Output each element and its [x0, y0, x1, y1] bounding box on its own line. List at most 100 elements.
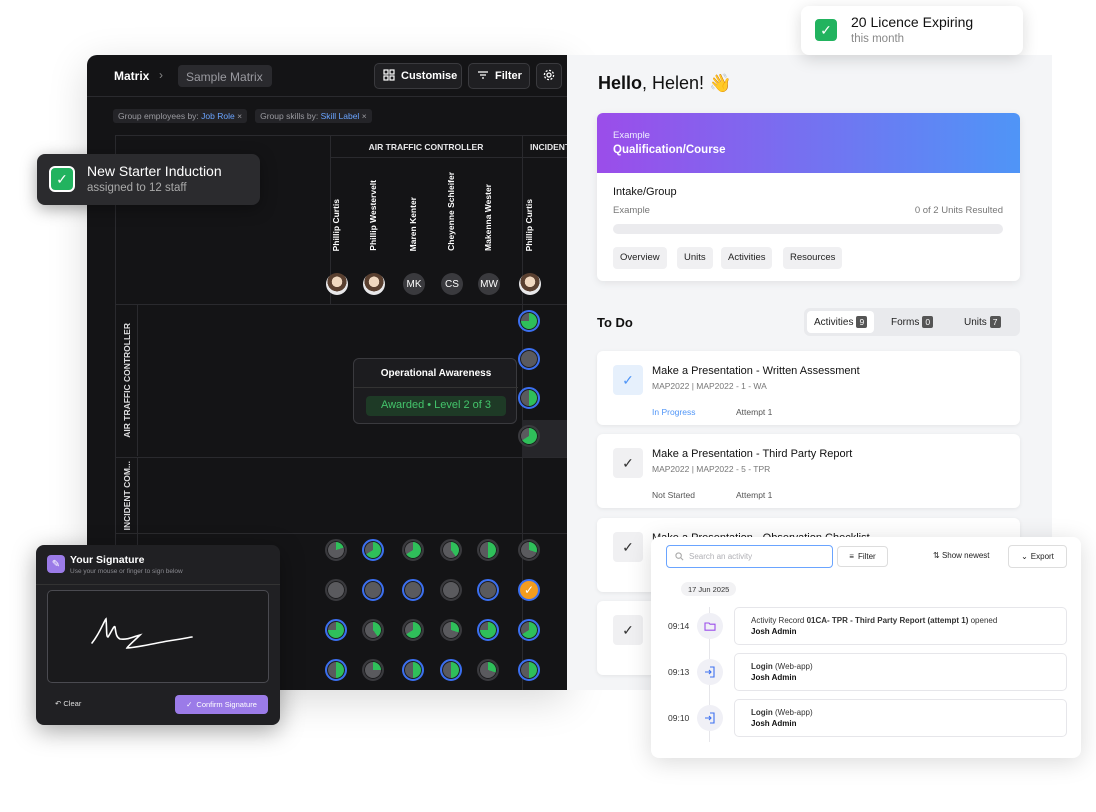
competency-cell[interactable] — [325, 579, 347, 601]
person-column[interactable]: Cheyenne Schleifer CS — [440, 172, 464, 295]
tab-units[interactable]: Units 7 — [957, 311, 1008, 333]
competency-cell[interactable] — [362, 619, 384, 641]
signature-hint: Use your mouse or finger to sign below — [70, 568, 183, 575]
competency-cell[interactable] — [440, 659, 462, 681]
signature-dialog: ✎ Your Signature Use your mouse or finge… — [36, 545, 280, 725]
group-skills-chip[interactable]: Group skills by: Skill Label × — [255, 109, 372, 123]
competency-cell[interactable] — [518, 659, 540, 681]
signature-canvas[interactable] — [47, 590, 269, 683]
tab-label: Activities — [814, 316, 854, 328]
competency-cell[interactable] — [362, 659, 384, 681]
avatar: MW — [478, 273, 500, 295]
task-attempt: Attempt 1 — [736, 407, 773, 417]
competency-cell[interactable] — [402, 539, 424, 561]
customise-button[interactable]: Customise — [374, 63, 462, 89]
activity-suffix: opened — [968, 616, 998, 625]
group-employees-chip[interactable]: Group employees by: Job Role × — [113, 109, 248, 123]
group-employees-label: Group employees by: — [118, 111, 199, 121]
search-placeholder: Search an activity — [689, 552, 753, 561]
qualification-card[interactable]: Example Qualification/Course Intake/Grou… — [597, 113, 1020, 281]
task-subtitle: MAP2022 | MAP2022 - 1 - WA — [652, 381, 767, 391]
competency-cell[interactable] — [477, 539, 499, 561]
competency-cell[interactable] — [518, 387, 540, 409]
person-column[interactable]: Makenna Wester MW — [477, 181, 501, 295]
competency-cell[interactable] — [518, 348, 540, 370]
grouping-chips: Group employees by: Job Role × Group ski… — [113, 109, 372, 123]
person-column[interactable]: Maren Kenter MK — [402, 181, 426, 295]
competency-cell[interactable] — [518, 425, 540, 447]
competency-cell[interactable] — [518, 310, 540, 332]
count-badge: 7 — [989, 316, 1001, 328]
activity-subject: Login — [751, 662, 773, 671]
competency-cell[interactable] — [440, 539, 462, 561]
tab-activities[interactable]: Activities — [721, 247, 773, 269]
tab-resources[interactable]: Resources — [783, 247, 843, 269]
check-icon: ✓ — [613, 365, 643, 395]
task-attempt: Attempt 1 — [736, 490, 773, 500]
competency-cell[interactable] — [477, 579, 499, 601]
export-button[interactable]: ⌄ Export — [1008, 545, 1067, 568]
filter-button[interactable]: Filter — [468, 63, 530, 89]
competency-cell[interactable] — [477, 659, 499, 681]
competency-cell[interactable] — [362, 539, 384, 561]
matrix-toolbar: Matrix › Sample Matrix Customise Filter — [87, 55, 567, 97]
activity-row[interactable]: Login (Web-app) Josh Admin — [734, 699, 1067, 737]
competency-cell[interactable] — [402, 619, 424, 641]
tab-overview[interactable]: Overview — [613, 247, 667, 269]
tab-activities[interactable]: Activities 9 — [807, 311, 875, 333]
activity-time: 09:10 — [668, 713, 690, 723]
person-name: Phillip Curtis — [524, 198, 534, 251]
settings-button[interactable] — [536, 63, 562, 89]
notification-subtitle: this month — [851, 33, 905, 45]
competency-cell[interactable] — [402, 659, 424, 681]
search-input[interactable]: Search an activity — [666, 545, 833, 568]
competency-cell[interactable]: ✓ — [518, 579, 540, 601]
check-icon: ✓ — [49, 166, 75, 192]
close-icon[interactable]: × — [237, 111, 242, 121]
clear-label: Clear — [63, 699, 82, 708]
confirm-signature-button[interactable]: ✓ Confirm Signature — [175, 695, 268, 714]
filter-icon — [477, 69, 489, 84]
person-column[interactable]: Phillip Westervelt — [362, 180, 386, 295]
competency-cell[interactable] — [402, 579, 424, 601]
activity-log-panel: Search an activity ≡ Filter ⇅ Show newest… — [651, 537, 1081, 758]
competency-cell[interactable] — [518, 619, 540, 641]
competency-cell[interactable] — [325, 659, 347, 681]
matrix-name-field[interactable]: Sample Matrix — [178, 65, 272, 87]
close-icon[interactable]: × — [362, 111, 367, 121]
person-column[interactable]: Phillip Curtis — [518, 181, 542, 295]
chevron-down-icon: ⌄ — [1021, 552, 1028, 561]
filter-button[interactable]: ≡ Filter — [837, 546, 888, 567]
competency-cell[interactable] — [440, 619, 462, 641]
tab-units[interactable]: Units — [677, 247, 713, 269]
tab-label: Forms — [891, 316, 920, 328]
activity-row[interactable]: Activity Record 01CA- TPR - Third Party … — [734, 607, 1067, 645]
tab-label: Units — [964, 316, 987, 328]
todo-task[interactable]: ✓ Make a Presentation - Written Assessme… — [597, 351, 1020, 425]
person-column[interactable]: Phillip Curtis — [325, 181, 349, 295]
task-subtitle: MAP2022 | MAP2022 - 5 - TPR — [652, 464, 771, 474]
activity-suffix: (Web-app) — [772, 708, 813, 717]
avatar: CS — [441, 273, 463, 295]
competency-cell[interactable] — [362, 579, 384, 601]
activity-subject: Login — [751, 708, 773, 717]
competency-cell[interactable] — [325, 539, 347, 561]
competency-cell[interactable] — [518, 539, 540, 561]
greeting-hello: Hello — [598, 73, 643, 93]
check-icon: ✓ — [186, 700, 193, 709]
row-section-header: INCIDENT COM... — [116, 458, 138, 533]
competency-cell[interactable] — [440, 579, 462, 601]
activity-time: 09:13 — [668, 667, 690, 677]
activity-user: Josh Admin — [751, 627, 797, 636]
activity-subject: 01CA- TPR - Third Party Report (attempt … — [806, 616, 969, 625]
competency-cell[interactable] — [477, 619, 499, 641]
clear-button[interactable]: ↶ Clear — [55, 699, 81, 708]
competency-cell[interactable] — [325, 619, 347, 641]
sort-button[interactable]: ⇅ Show newest — [933, 551, 990, 560]
notification-subtitle: assigned to 12 staff — [87, 182, 187, 194]
activity-row[interactable]: Login (Web-app) Josh Admin — [734, 653, 1067, 691]
tab-forms[interactable]: Forms 0 — [884, 311, 940, 333]
chevron-right-icon: › — [159, 68, 163, 82]
activity-text: Activity Record 01CA- TPR - Third Party … — [751, 616, 997, 625]
todo-task[interactable]: ✓ Make a Presentation - Third Party Repo… — [597, 434, 1020, 508]
